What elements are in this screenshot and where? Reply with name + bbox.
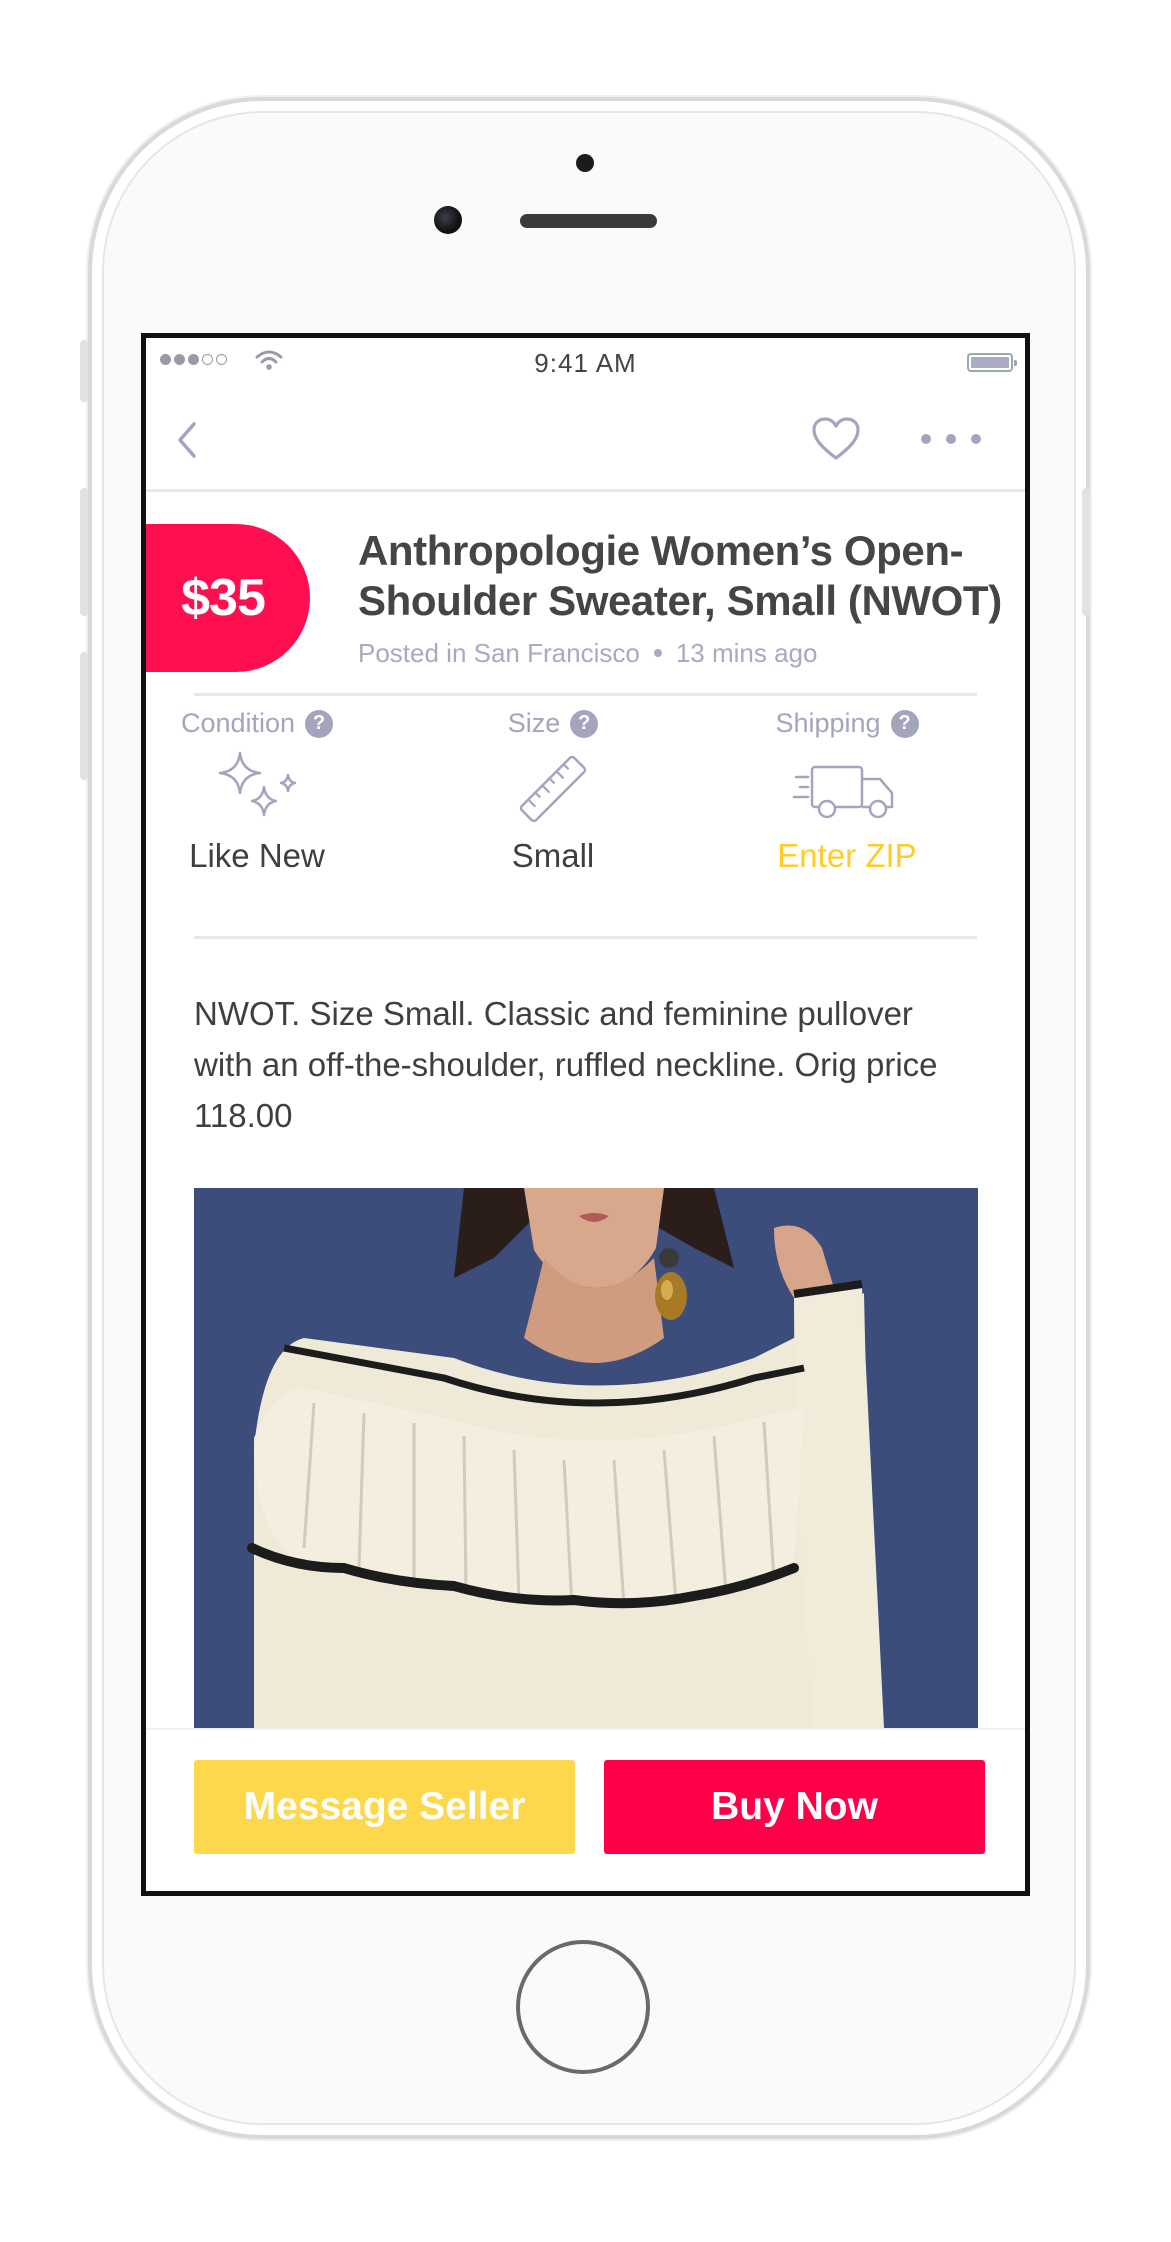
listing-title: Anthropologie Women’s Open-Shoulder Swea… xyxy=(358,527,1002,624)
action-bar: Message Seller Buy Now xyxy=(146,1728,1025,1891)
attribute-condition: Condition ? Like New xyxy=(146,708,387,875)
power-button xyxy=(1082,488,1090,616)
earpiece-speaker xyxy=(520,214,657,228)
shipping-label: Shipping xyxy=(775,708,881,738)
shipping-enter-zip-link[interactable]: Enter ZIP xyxy=(717,837,977,875)
volume-up-button xyxy=(80,488,88,616)
ruler-icon xyxy=(519,755,587,823)
attribute-size: Size ? Small xyxy=(423,708,683,875)
price-label: $35 xyxy=(181,569,266,627)
sparkles-icon xyxy=(218,751,297,817)
back-chevron-icon[interactable] xyxy=(168,418,208,462)
listing-meta: Posted in San Francisco 13 mins ago xyxy=(358,638,817,669)
buy-now-button[interactable]: Buy Now xyxy=(604,1760,985,1854)
product-photo[interactable] xyxy=(194,1188,978,1728)
size-help-icon[interactable]: ? xyxy=(570,709,599,738)
size-label: Size xyxy=(507,708,561,738)
status-bar: 9:41 AM xyxy=(146,338,1025,392)
listing-description: NWOT. Size Small. Classic and feminine p… xyxy=(194,995,938,1134)
condition-label: Condition xyxy=(180,708,296,738)
mute-switch xyxy=(80,340,88,402)
volume-down-button xyxy=(80,652,88,780)
size-value: Small xyxy=(511,837,595,874)
front-camera xyxy=(434,206,462,234)
home-button[interactable] xyxy=(516,1940,650,2074)
status-time: 9:41 AM xyxy=(534,348,637,378)
condition-help-icon[interactable]: ? xyxy=(305,709,334,738)
battery-icon xyxy=(967,353,1017,372)
divider-top xyxy=(194,693,977,696)
proximity-sensor xyxy=(576,154,594,172)
price-badge: $35 xyxy=(146,524,310,672)
message-seller-button[interactable]: Message Seller xyxy=(194,1760,575,1854)
shipping-help-icon[interactable]: ? xyxy=(890,709,919,738)
separator-dot xyxy=(653,649,662,658)
favorite-heart-icon[interactable] xyxy=(810,416,862,462)
navigation-bar xyxy=(146,392,1025,492)
condition-value: Like New xyxy=(189,837,325,874)
more-options-icon[interactable] xyxy=(918,422,984,456)
app-screen: 9:41 AM $35 Anthropologie Women’s Open-S… xyxy=(141,333,1030,1896)
truck-icon xyxy=(792,765,894,819)
listing-location: Posted in San Francisco xyxy=(358,638,640,668)
divider-bottom xyxy=(194,936,977,939)
attribute-shipping: Shipping ? Enter ZIP xyxy=(717,708,977,875)
listing-time: 13 mins ago xyxy=(675,638,818,668)
